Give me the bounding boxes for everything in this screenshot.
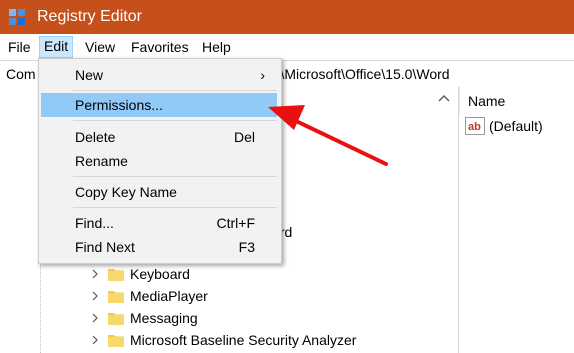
menu-item-shortcut: F3 (238, 239, 255, 255)
menu-item-delete[interactable]: Delete Del (41, 125, 277, 149)
column-separator (459, 87, 460, 115)
menu-item-copy-key-name[interactable]: Copy Key Name (41, 180, 277, 204)
menu-item-shortcut: Ctrl+F (216, 215, 256, 231)
menu-separator (73, 176, 277, 177)
folder-icon (108, 291, 124, 303)
scroll-up-icon[interactable] (438, 93, 450, 103)
menu-item-find-next[interactable]: Find Next F3 (41, 235, 277, 259)
chevron-right-icon[interactable] (90, 267, 100, 281)
chevron-right-icon[interactable] (90, 333, 100, 347)
chevron-right-icon[interactable] (90, 311, 100, 325)
menu-item-permissions[interactable]: Permissions... (41, 93, 277, 117)
registry-icon (9, 9, 25, 25)
menu-item-find[interactable]: Find... Ctrl+F (41, 211, 277, 235)
tree-item-label: Messaging (130, 310, 198, 326)
chevron-right-icon[interactable] (90, 289, 100, 303)
values-pane[interactable]: Name ab (Default) (459, 87, 574, 353)
menu-item-label: Find... (75, 215, 114, 231)
address-prefix: Com (6, 66, 36, 82)
string-value-icon: ab (465, 117, 485, 135)
edit-menu-dropdown: New › Permissions... Delete Del Rename C… (38, 58, 282, 264)
menu-item-shortcut: Del (233, 129, 255, 145)
menu-item-label: Rename (75, 153, 128, 169)
menu-edit[interactable]: Edit (39, 36, 74, 58)
menu-bar: File Edit View Favorites Help (0, 34, 574, 59)
folder-icon (108, 313, 124, 325)
tree-item-label: Microsoft Baseline Security Analyzer (130, 332, 357, 348)
menu-file[interactable]: File (4, 37, 35, 57)
value-name: (Default) (489, 118, 543, 134)
tree-item-label: Keyboard (130, 266, 190, 282)
menu-favorites[interactable]: Favorites (127, 37, 193, 57)
menu-item-label: Delete (75, 129, 116, 145)
menu-separator (73, 120, 277, 121)
svg-text:ab: ab (468, 121, 481, 133)
menu-item-label: Copy Key Name (75, 184, 177, 200)
menu-item-new[interactable]: New › (41, 63, 277, 87)
menu-item-rename[interactable]: Rename (41, 149, 277, 173)
menu-item-label: Find Next (75, 239, 135, 255)
window-title: Registry Editor (37, 8, 142, 25)
submenu-arrow-icon: › (260, 67, 265, 83)
address-path: re\Microsoft\Office\15.0\Word (268, 66, 450, 82)
menu-help[interactable]: Help (198, 37, 235, 57)
menu-item-label: Permissions... (75, 97, 163, 113)
column-header-name[interactable]: Name (468, 93, 505, 109)
tree-item-label: MediaPlayer (130, 288, 208, 304)
title-bar: Registry Editor (0, 0, 574, 34)
menu-separator (73, 90, 277, 91)
folder-icon (108, 269, 124, 281)
menu-item-label: New (75, 67, 104, 83)
menu-separator (73, 207, 277, 208)
folder-icon (108, 335, 124, 347)
menu-view[interactable]: View (81, 37, 119, 57)
